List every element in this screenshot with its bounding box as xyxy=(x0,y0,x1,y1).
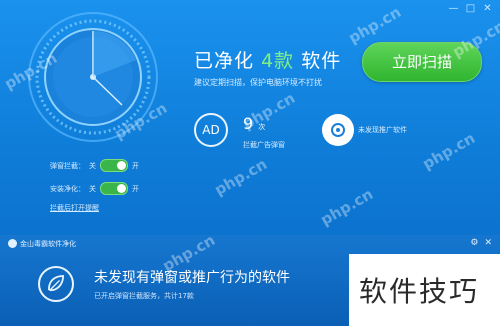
toggle-on-label: 开 xyxy=(132,161,139,170)
toggle-off-label: 关 xyxy=(89,184,96,193)
close-icon[interactable]: ✕ xyxy=(481,3,494,14)
toggle-popup-block: 弹窗拦截： 关 开 xyxy=(50,159,139,172)
headline-prefix: 已净化 xyxy=(194,50,255,72)
ad-label: 拦截广告弹窗 xyxy=(243,141,285,149)
toggle-label: 安装净化： xyxy=(50,184,85,193)
popup-controls: ⚙ ✕ xyxy=(470,238,492,248)
toggle-label: 弹窗拦截： xyxy=(50,161,85,170)
popup-block-switch[interactable] xyxy=(100,159,128,172)
ad-badge: AD xyxy=(194,113,228,147)
minimize-icon[interactable]: — xyxy=(447,3,460,14)
subline: 建议定期扫描，保护电脑环境不打扰 xyxy=(194,78,322,87)
disc-icon xyxy=(322,114,354,146)
popup-close-icon[interactable]: ✕ xyxy=(484,238,492,248)
headline: 已净化 4款 软件 xyxy=(194,46,341,73)
popup-message: 未发现有弹窗或推广行为的软件 xyxy=(94,270,290,286)
tips-text: 软件技巧 xyxy=(359,275,480,308)
unknown-software-label: 未发现推广软件 xyxy=(358,126,407,134)
leaf-icon xyxy=(38,266,74,302)
headline-suffix: 软件 xyxy=(301,50,342,72)
tips-overlay: 软件技巧 xyxy=(349,254,500,326)
window-controls: — □ ✕ xyxy=(447,3,494,14)
popup-title: 金山毒霸软件净化 xyxy=(20,240,76,248)
toggle-on-label: 开 xyxy=(132,184,139,193)
toggle-install-clean: 安装净化： 关 开 xyxy=(50,182,139,195)
reminder-link[interactable]: 拦截后打开提醒 xyxy=(50,203,99,213)
maximize-icon[interactable]: □ xyxy=(464,3,477,14)
toggle-off-label: 关 xyxy=(89,161,96,170)
install-clean-switch[interactable] xyxy=(100,182,128,195)
headline-count: 4款 xyxy=(261,50,295,72)
duba-logo-icon xyxy=(8,239,17,248)
settings-icon[interactable]: ⚙ xyxy=(470,238,478,248)
popup-subtext: 已开启弹窗拦截服务，共计17款 xyxy=(94,292,194,300)
